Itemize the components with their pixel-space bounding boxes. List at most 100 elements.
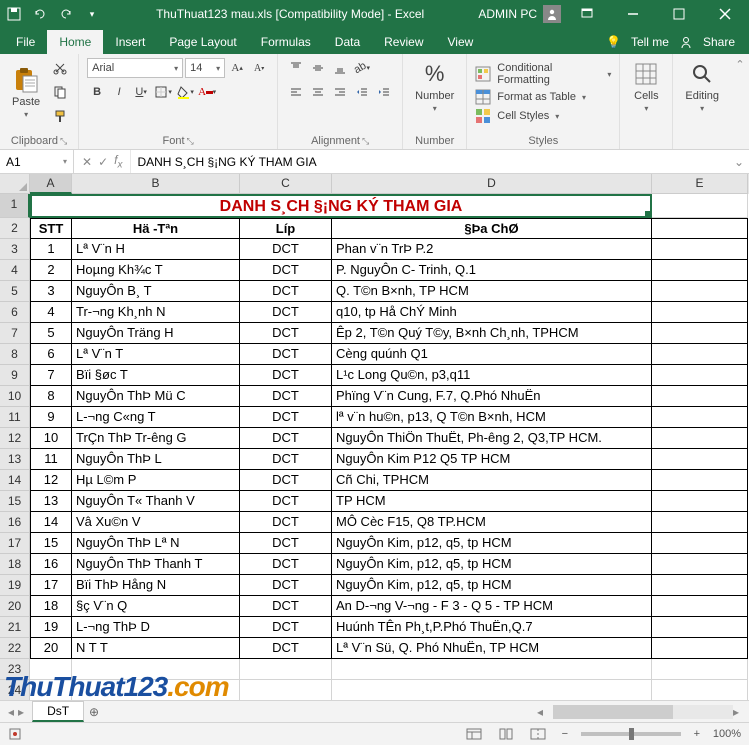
- maximize-button[interactable]: [659, 0, 699, 28]
- name-box[interactable]: A1▾: [0, 150, 74, 173]
- row-header[interactable]: 6: [0, 302, 30, 323]
- tell-me-input[interactable]: Tell me: [625, 30, 675, 54]
- row-header[interactable]: 1: [0, 194, 30, 218]
- align-left-button[interactable]: [286, 82, 306, 102]
- cell-addr[interactable]: Q. T©n B×nh, TP HCM: [332, 281, 652, 302]
- cell-addr[interactable]: P. NguyÔn C- Trinh, Q.1: [332, 260, 652, 281]
- cell-name[interactable]: N T T: [72, 638, 240, 659]
- horizontal-scrollbar[interactable]: [553, 705, 733, 719]
- cell[interactable]: [652, 638, 748, 659]
- cell-name[interactable]: Lª V¨n H: [72, 239, 240, 260]
- cell-addr[interactable]: NguyÔn Kim, p12, q5, tp HCM: [332, 533, 652, 554]
- user-avatar-icon[interactable]: [543, 5, 561, 23]
- format-painter-button[interactable]: [50, 106, 70, 126]
- view-page-break-button[interactable]: [527, 725, 549, 743]
- cell[interactable]: [72, 659, 240, 680]
- cell-addr[interactable]: Cñ Chi, TPHCM: [332, 470, 652, 491]
- cell-lip[interactable]: DCT: [240, 281, 332, 302]
- cell-addr[interactable]: q10, tp Hå ChÝ Minh: [332, 302, 652, 323]
- header-addr[interactable]: §Þa ChØ: [332, 218, 652, 239]
- cell[interactable]: [652, 617, 748, 638]
- view-page-layout-button[interactable]: [495, 725, 517, 743]
- row-header[interactable]: 5: [0, 281, 30, 302]
- row-header[interactable]: 15: [0, 491, 30, 512]
- sheet-tab-active[interactable]: DsT: [32, 701, 84, 722]
- cell[interactable]: [652, 449, 748, 470]
- sheet-nav-next-icon[interactable]: ▸: [18, 705, 24, 719]
- increase-indent-button[interactable]: [374, 82, 394, 102]
- tab-view[interactable]: View: [436, 30, 486, 54]
- cell-addr[interactable]: Êp 2, T©n Quý T©y, B×nh Ch¸nh, TPHCM: [332, 323, 652, 344]
- cell-lip[interactable]: DCT: [240, 575, 332, 596]
- cell[interactable]: [30, 659, 72, 680]
- cell-lip[interactable]: DCT: [240, 407, 332, 428]
- row-header[interactable]: 4: [0, 260, 30, 281]
- macro-record-icon[interactable]: [8, 727, 22, 741]
- cell[interactable]: [332, 659, 652, 680]
- collapse-ribbon-icon[interactable]: ⌃: [731, 54, 749, 149]
- cell-lip[interactable]: DCT: [240, 638, 332, 659]
- font-color-button[interactable]: A▾: [197, 82, 217, 102]
- cell-name[interactable]: Lª V¨n T: [72, 344, 240, 365]
- cell-stt[interactable]: 7: [30, 365, 72, 386]
- cell-styles-button[interactable]: Cell Styles▾: [475, 108, 611, 124]
- cell-addr[interactable]: Phan v¨n TrÞ P.2: [332, 239, 652, 260]
- column-header-a[interactable]: A: [30, 174, 72, 194]
- cell-stt[interactable]: 1: [30, 239, 72, 260]
- orientation-button[interactable]: ab▾: [352, 58, 372, 78]
- row-header[interactable]: 9: [0, 365, 30, 386]
- cell-lip[interactable]: DCT: [240, 596, 332, 617]
- qat-customize-icon[interactable]: ▾: [82, 4, 102, 24]
- share-button[interactable]: Share: [697, 30, 741, 54]
- cell-name[interactable]: NguyÔn B¸ T: [72, 281, 240, 302]
- row-header[interactable]: 20: [0, 596, 30, 617]
- accept-formula-icon[interactable]: ✓: [98, 155, 108, 169]
- row-header[interactable]: 19: [0, 575, 30, 596]
- cell-name[interactable]: TrÇn ThÞ Tr-êng G: [72, 428, 240, 449]
- tab-review[interactable]: Review: [372, 30, 435, 54]
- cell[interactable]: [652, 533, 748, 554]
- header-lip[interactable]: Líp: [240, 218, 332, 239]
- header-stt[interactable]: STT: [30, 218, 72, 239]
- cell[interactable]: [652, 659, 748, 680]
- cell-stt[interactable]: 2: [30, 260, 72, 281]
- clipboard-launcher-icon[interactable]: ⤡: [60, 136, 67, 147]
- font-launcher-icon[interactable]: ⤡: [187, 136, 194, 147]
- row-header[interactable]: 24: [0, 680, 30, 700]
- decrease-font-button[interactable]: A▾: [249, 58, 269, 78]
- underline-button[interactable]: U▾: [131, 82, 151, 102]
- row-header[interactable]: 14: [0, 470, 30, 491]
- cell[interactable]: [652, 512, 748, 533]
- row-header[interactable]: 17: [0, 533, 30, 554]
- zoom-in-button[interactable]: +: [691, 728, 703, 740]
- view-normal-button[interactable]: [463, 725, 485, 743]
- align-bottom-button[interactable]: [330, 58, 350, 78]
- cell-name[interactable]: NguyÔn ThÞ L: [72, 449, 240, 470]
- column-header-c[interactable]: C: [240, 174, 332, 194]
- align-right-button[interactable]: [330, 82, 350, 102]
- cell[interactable]: [652, 470, 748, 491]
- number-format-button[interactable]: % Number ▾: [411, 58, 458, 115]
- row-header[interactable]: 7: [0, 323, 30, 344]
- editing-button[interactable]: Editing ▾: [681, 58, 723, 115]
- cell-name[interactable]: NguyÔn T« Thanh V: [72, 491, 240, 512]
- cell-name[interactable]: Tr-¬ng Kh¸nh N: [72, 302, 240, 323]
- cell[interactable]: [652, 680, 748, 700]
- row-header[interactable]: 3: [0, 239, 30, 260]
- tab-page-layout[interactable]: Page Layout: [157, 30, 248, 54]
- cell-stt[interactable]: 5: [30, 323, 72, 344]
- row-header[interactable]: 10: [0, 386, 30, 407]
- close-button[interactable]: [705, 0, 745, 28]
- tab-insert[interactable]: Insert: [103, 30, 157, 54]
- cell-addr[interactable]: MÔ Cèc F15, Q8 TP.HCM: [332, 512, 652, 533]
- font-size-select[interactable]: 14▾: [185, 58, 225, 78]
- cell-stt[interactable]: 11: [30, 449, 72, 470]
- cell-addr[interactable]: NguyÔn ThiÖn ThuËt, Ph-êng 2, Q3,TP HCM.: [332, 428, 652, 449]
- column-header-d[interactable]: D: [332, 174, 652, 194]
- align-center-button[interactable]: [308, 82, 328, 102]
- cell-addr[interactable]: lª v¨n hu©n, p13, Q T©n B×nh, HCM: [332, 407, 652, 428]
- cell[interactable]: [652, 344, 748, 365]
- cell-name[interactable]: Vâ Xu©n V: [72, 512, 240, 533]
- tab-home[interactable]: Home: [47, 30, 103, 54]
- row-header[interactable]: 12: [0, 428, 30, 449]
